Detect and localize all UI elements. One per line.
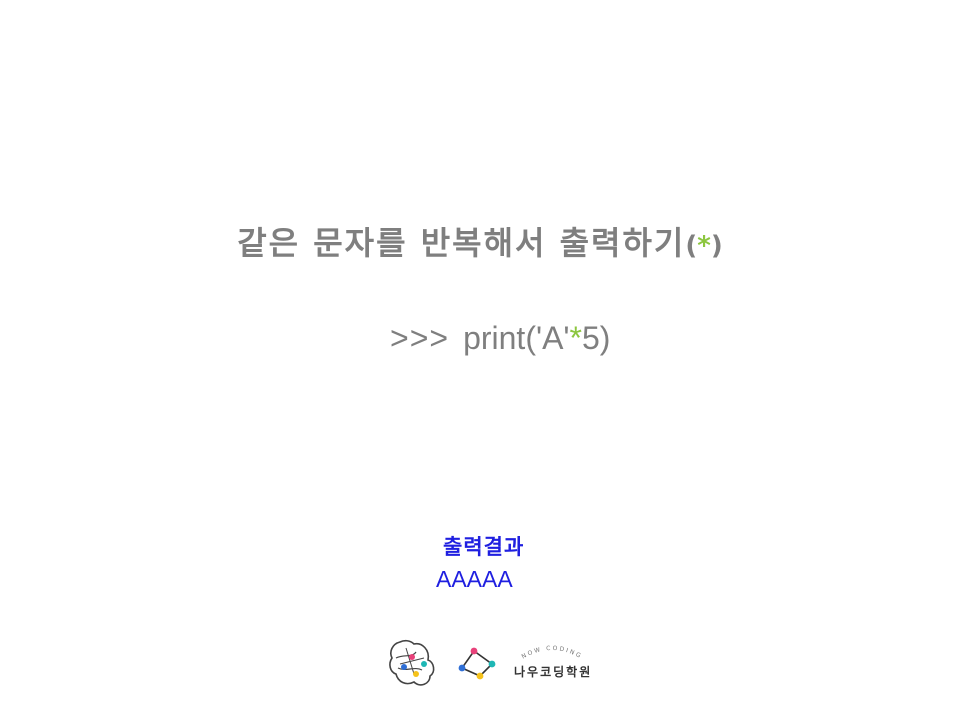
title-star: * bbox=[697, 231, 711, 261]
title-paren-close: ) bbox=[710, 231, 723, 261]
code-star: * bbox=[569, 320, 582, 356]
slide-title: 같은 문자를 반복해서 출력하기(*) bbox=[0, 218, 960, 264]
title-text: 같은 문자를 반복해서 출력하기 bbox=[237, 224, 686, 262]
code-after: 5) bbox=[581, 320, 611, 356]
code-prompt: >>> bbox=[390, 320, 450, 356]
title-paren-open: ( bbox=[685, 231, 698, 261]
svg-text:NOW CODING: NOW CODING bbox=[520, 645, 583, 661]
result-value: AAAAA bbox=[436, 566, 513, 592]
brand-tagline-text: NOW CODING bbox=[520, 645, 581, 661]
slide: 같은 문자를 반복해서 출력하기(*) >>> print('A'*5) 출력결과… bbox=[0, 0, 960, 720]
brand-name: 나우코딩학원 bbox=[514, 665, 593, 679]
result-label: 출력결과 bbox=[443, 535, 525, 559]
brand-logo: NOW CODING 나우코딩학원 bbox=[386, 636, 602, 692]
brain-logo-icon bbox=[389, 639, 435, 686]
code-line: >>> print('A'*5) bbox=[390, 320, 610, 357]
code-before: print('A' bbox=[463, 320, 570, 356]
diamond-network-icon bbox=[458, 647, 496, 680]
brand-tagline: NOW CODING bbox=[520, 645, 583, 661]
